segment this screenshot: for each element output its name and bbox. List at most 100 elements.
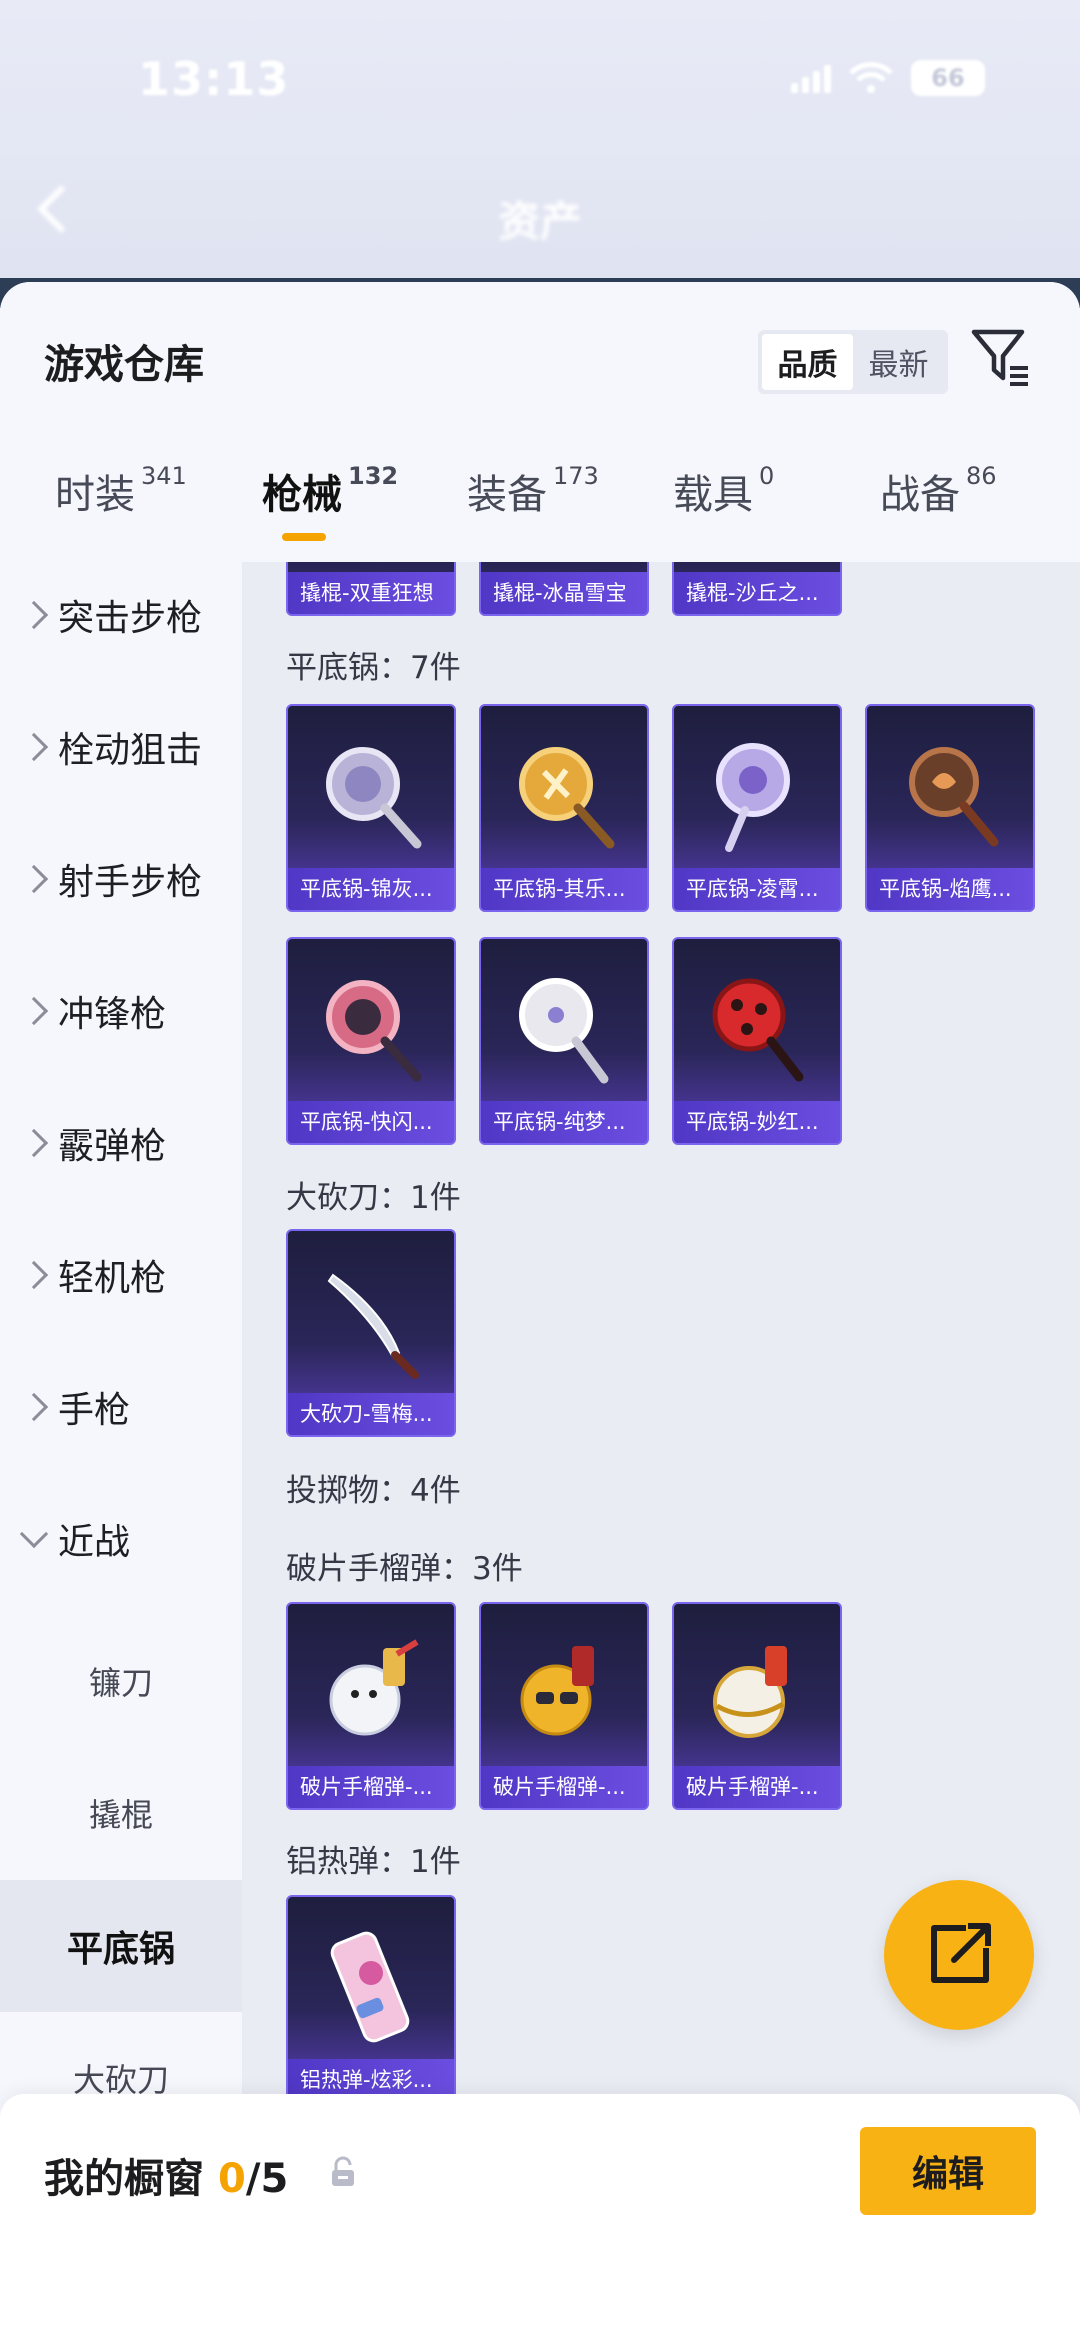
chevron-right-icon xyxy=(19,996,49,1026)
showcase-bar: 我的橱窗 0 /5 编辑 xyxy=(0,2094,1080,2341)
thermite-icon xyxy=(330,1931,410,2043)
tab-count: 86 xyxy=(966,462,997,490)
tab-firearms[interactable]: 枪械 132 xyxy=(262,462,398,520)
item-name: 平底锅-纯梦... xyxy=(481,1101,647,1143)
item-card[interactable]: 平底锅-快闪... xyxy=(286,937,456,1145)
item-card[interactable]: 平底锅-锦灰... xyxy=(286,704,456,912)
item-name: 平底锅-焰鹰... xyxy=(867,868,1033,910)
showcase-label: 我的橱窗 0 /5 xyxy=(44,2146,288,2204)
tab-vehicles[interactable]: 载具 0 xyxy=(673,462,774,520)
item-name: 破片手榴弹-... xyxy=(481,1766,647,1808)
status-time: 13:13 xyxy=(138,52,290,106)
item-card[interactable]: 平底锅-其乐... xyxy=(479,704,649,912)
sort-toggle: 品质 最新 xyxy=(758,330,948,394)
item-card[interactable]: 撬棍-双重狂想 xyxy=(286,562,456,616)
pan-icon xyxy=(909,747,999,847)
grenade-icon xyxy=(329,1639,419,1736)
tab-label: 时装 xyxy=(55,472,135,518)
warehouse-sheet: 游戏仓库 品质 最新 时装 341 枪械 132 装备 173 载具 0 战备 … xyxy=(0,282,1080,2341)
pan-icon xyxy=(519,747,615,849)
chevron-right-icon xyxy=(19,1392,49,1422)
tab-active-indicator xyxy=(282,533,326,541)
rail-subitem-crowbar[interactable]: 撬棍 xyxy=(0,1747,242,1879)
item-name: 撬棍-沙丘之... xyxy=(674,572,840,614)
item-name: 撬棍-双重狂想 xyxy=(288,572,454,614)
item-name: 平底锅-快闪... xyxy=(288,1101,454,1143)
rail-subitem-scythe[interactable]: 镰刀 xyxy=(0,1615,242,1747)
sort-option-quality[interactable]: 品质 xyxy=(762,334,853,390)
app-header: 资产 xyxy=(0,170,1080,260)
battery-icon: 66 xyxy=(911,60,985,96)
rail-item-label: 霰弹枪 xyxy=(58,1126,167,1167)
lock-icon xyxy=(332,2156,354,2186)
rail-item-marksman-rifle[interactable]: 射手步枪 xyxy=(0,834,242,924)
sheet-header: 游戏仓库 品质 最新 时装 341 枪械 132 装备 173 载具 0 战备 … xyxy=(0,282,1080,562)
item-card[interactable]: 大砍刀-雪梅... xyxy=(286,1229,456,1437)
item-name: 平底锅-妙红... xyxy=(674,1101,840,1143)
rail-item-label: 冲锋枪 xyxy=(58,994,167,1035)
pan-icon xyxy=(712,978,804,1082)
item-name: 平底锅-锦灰... xyxy=(288,868,454,910)
item-card[interactable]: 破片手榴弹-... xyxy=(672,1602,842,1810)
machete-icon xyxy=(327,1273,419,1379)
item-card[interactable]: 平底锅-凌霄... xyxy=(672,704,842,912)
edit-button[interactable]: 编辑 xyxy=(860,2127,1036,2215)
item-card[interactable]: 撬棍-沙丘之... xyxy=(672,562,842,616)
category-tabs: 时装 341 枪械 132 装备 173 载具 0 战备 86 xyxy=(0,462,1080,562)
tab-count: 0 xyxy=(759,462,775,490)
rail-item-label: 近战 xyxy=(58,1522,131,1563)
tab-label: 战备 xyxy=(880,472,960,518)
rail-item-melee[interactable]: 近战 xyxy=(0,1494,242,1584)
pan-icon xyxy=(326,980,422,1082)
item-name: 撬棍-冰晶雪宝 xyxy=(481,572,647,614)
wifi-icon xyxy=(849,62,893,93)
item-card[interactable]: 破片手榴弹-... xyxy=(286,1602,456,1810)
share-button[interactable] xyxy=(884,1880,1034,2030)
item-name: 平底锅-其乐... xyxy=(481,868,647,910)
category-rail: 突击步枪 栓动狙击 射手步枪 冲锋枪 霰弹枪 轻机枪 手枪 近战 镰刀 撬棍 平… xyxy=(0,562,242,2341)
pan-icon xyxy=(326,747,422,849)
item-card[interactable]: 平底锅-妙红... xyxy=(672,937,842,1145)
chevron-right-icon xyxy=(19,732,49,762)
item-card[interactable]: 撬棍-冰晶雪宝 xyxy=(479,562,649,616)
status-icons: 66 xyxy=(791,60,985,96)
tab-fashion[interactable]: 时装 341 xyxy=(55,462,187,520)
chevron-right-icon xyxy=(19,864,49,894)
sort-option-latest[interactable]: 最新 xyxy=(853,334,944,390)
rail-subitem-pan[interactable]: 平底锅 xyxy=(0,1880,242,2012)
group-title-pan: 平底锅：7件 xyxy=(286,650,461,686)
chevron-right-icon xyxy=(19,1128,49,1158)
tab-count: 341 xyxy=(141,462,187,490)
item-card[interactable]: 破片手榴弹-... xyxy=(479,1602,649,1810)
signal-icon xyxy=(791,63,831,93)
rail-item-pistol[interactable]: 手枪 xyxy=(0,1362,242,1452)
sheet-title: 游戏仓库 xyxy=(44,342,204,388)
chevron-down-icon xyxy=(19,1519,49,1549)
grenade-icon xyxy=(713,1646,787,1738)
item-card[interactable]: 平底锅-纯梦... xyxy=(479,937,649,1145)
pan-icon xyxy=(519,978,609,1084)
tab-supplies[interactable]: 战备 86 xyxy=(880,462,997,520)
item-name: 平底锅-凌霄... xyxy=(674,868,840,910)
rail-item-lmg[interactable]: 轻机枪 xyxy=(0,1230,242,1320)
group-title-throwable: 投掷物：4件 xyxy=(286,1473,461,1509)
showcase-total: /5 xyxy=(245,2156,289,2202)
rail-item-shotgun[interactable]: 霰弹枪 xyxy=(0,1098,242,1188)
rail-item-bolt-sniper[interactable]: 栓动狙击 xyxy=(0,702,242,792)
tab-label: 载具 xyxy=(673,472,753,518)
tab-label: 枪械 xyxy=(262,472,342,518)
item-name: 破片手榴弹-... xyxy=(288,1766,454,1808)
item-card[interactable]: 平底锅-焰鹰... xyxy=(865,704,1035,912)
item-name: 破片手榴弹-... xyxy=(674,1766,840,1808)
item-name: 大砍刀-雪梅... xyxy=(288,1393,454,1435)
filter-icon[interactable] xyxy=(970,326,1032,388)
status-bar: 13:13 66 xyxy=(0,40,1080,120)
rail-item-smg[interactable]: 冲锋枪 xyxy=(0,966,242,1056)
item-grid: 撬棍-双重狂想 撬棍-冰晶雪宝 撬棍-沙丘之... 平底锅：7件 平底锅-锦灰.… xyxy=(242,562,1080,2341)
rail-item-assault-rifle[interactable]: 突击步枪 xyxy=(0,570,242,660)
header-title: 资产 xyxy=(497,197,582,246)
pan-icon xyxy=(716,743,790,852)
tab-equipment[interactable]: 装备 173 xyxy=(467,462,599,520)
item-card[interactable]: 铝热弹-炫彩... xyxy=(286,1895,456,2103)
group-title-machete: 大砍刀：1件 xyxy=(286,1180,461,1216)
